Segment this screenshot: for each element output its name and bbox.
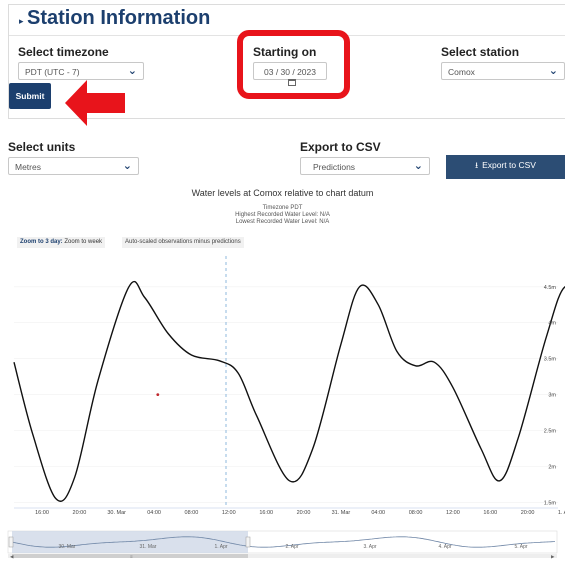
timezone-value: PDT (UTC - 7) — [25, 67, 80, 77]
units-value: Metres — [15, 162, 41, 172]
station-value: Comox — [448, 67, 475, 77]
x-tick-label: 1. Apr — [558, 510, 565, 516]
chevron-down-icon: ⌄ — [122, 160, 132, 172]
x-tick-label: 30. Mar — [107, 510, 126, 516]
navigator-date-label: 4. Apr — [438, 544, 451, 550]
chevron-down-icon: ⌄ — [548, 65, 558, 77]
download-icon: ⭳ — [475, 160, 479, 170]
station-label: Select station — [441, 45, 520, 59]
chevron-down-icon: ⌄ — [127, 65, 137, 77]
x-tick-label: 12:00 — [446, 510, 460, 516]
timezone-label: Select timezone — [18, 45, 109, 59]
navigator-date-label: 30. Mar — [59, 544, 76, 550]
navigator-handle-right — [245, 536, 251, 548]
x-tick-label: 20:00 — [73, 510, 87, 516]
scroll-right-icon: ▶ — [551, 554, 555, 559]
lowest-level-info: Lowest Recorded Water Level: N/A — [235, 219, 330, 225]
y-tick-label: 3m — [548, 393, 556, 399]
expand-arrow-icon[interactable]: ▸ — [19, 16, 24, 27]
navigator-date-label: 2. Apr — [285, 544, 298, 550]
tide-series-line — [13, 280, 565, 502]
navigator-date-label: 1. Apr — [214, 544, 227, 550]
chart-title: Water levels at Comox relative to chart … — [191, 188, 374, 198]
scrollbar-grip-icon: ≡ — [130, 554, 133, 559]
x-tick-label: 08:00 — [409, 510, 423, 516]
section-title: Station Information — [27, 7, 211, 29]
submit-button[interactable]: Submit — [9, 83, 51, 109]
x-tick-label: 04:00 — [147, 510, 161, 516]
navigator-date-label: 3. Apr — [363, 544, 376, 550]
units-label: Select units — [8, 140, 76, 154]
y-tick-label: 4.5m — [544, 285, 557, 291]
export-button-label: Export to CSV — [482, 160, 536, 170]
x-axis-labels: 16:00 20:00 30. Mar 04:00 08:00 12:00 16:00 20:… — [35, 510, 565, 516]
zoom-controls: Zoom to 3 day: Zoom to week — [17, 237, 106, 248]
autoscale-toggle[interactable]: Auto-scaled observations minus predictio… — [122, 237, 244, 248]
export-label: Export to CSV — [300, 140, 381, 154]
x-tick-label: 20:00 — [297, 510, 311, 516]
tide-chart[interactable]: 1.5m 2m 2.5m 3m 3.5m 4m 4.5m 16:00 20:00 30. Mar… — [0, 250, 565, 525]
highlight-box — [237, 30, 350, 99]
observation-point — [156, 393, 160, 396]
navigator-date-label: 5. Apr — [514, 544, 527, 550]
export-csv-button[interactable]: ⭳ Export to CSV — [446, 155, 565, 179]
navigator-date-label: 31. Mar — [140, 544, 157, 550]
chart-navigator[interactable]: 30. Mar 31. Mar 1. Apr 2. Apr 3. Apr 4. Apr 5.… — [0, 529, 565, 559]
x-tick-label: 04:00 — [371, 510, 385, 516]
x-tick-label: 08:00 — [185, 510, 199, 516]
y-tick-label: 2m — [548, 465, 556, 471]
timezone-info: Timezone PDT — [262, 205, 303, 211]
x-tick-label: 16:00 — [483, 510, 497, 516]
x-tick-label: 16:00 — [35, 510, 49, 516]
chart-grid — [14, 286, 558, 509]
x-tick-label: 16:00 — [259, 510, 273, 516]
navigator-handle-left — [8, 536, 14, 548]
zoom-week-button[interactable]: Zoom to week — [64, 239, 102, 245]
highest-level-info: Highest Recorded Water Level: N/A — [235, 212, 330, 218]
y-tick-label: 3.5m — [544, 357, 557, 363]
red-arrow-icon — [65, 80, 125, 126]
x-tick-label: 31. Mar — [332, 510, 351, 516]
zoom-3-day-button[interactable]: Zoom to 3 day: — [20, 239, 63, 245]
x-tick-label: 12:00 — [222, 510, 236, 516]
units-select[interactable]: Metres ⌄ — [8, 157, 139, 175]
station-select[interactable]: Comox ⌄ — [441, 62, 565, 80]
export-value: Predictions — [313, 162, 356, 172]
timezone-select[interactable]: PDT (UTC - 7) ⌄ — [18, 62, 144, 80]
y-tick-label: 4m — [548, 321, 556, 327]
export-select[interactable]: Predictions ⌄ — [300, 157, 430, 175]
chevron-down-icon: ⌄ — [413, 160, 423, 172]
navigator-selection — [12, 531, 248, 553]
y-axis-labels: 1.5m 2m 2.5m 3m 3.5m 4m 4.5m — [544, 285, 557, 507]
x-tick-label: 20:00 — [521, 510, 535, 516]
scroll-left-icon: ◀ — [10, 554, 14, 559]
y-tick-label: 2.5m — [544, 429, 557, 435]
y-tick-label: 1.5m — [544, 500, 557, 506]
